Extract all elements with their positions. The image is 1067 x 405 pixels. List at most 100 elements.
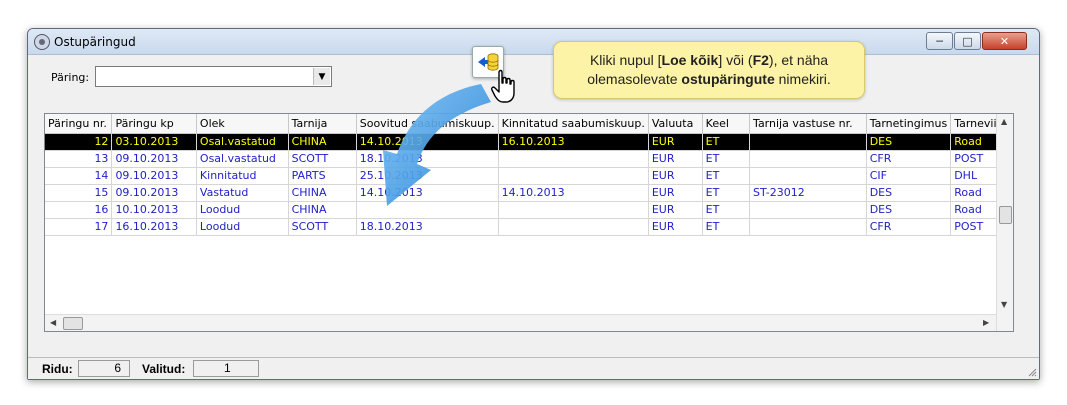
column-header[interactable]: Päringu kp	[111, 114, 197, 134]
cell-status: Osal.vastatud	[196, 133, 289, 151]
cell-supplier: SCOTT	[288, 218, 357, 236]
tooltip-bold-loe-koik: Loe kõik	[661, 52, 719, 68]
column-header[interactable]: Soovitud saabumiskuup.	[356, 114, 499, 134]
cell-requested-date: 14.10.2013	[356, 184, 499, 202]
results-grid[interactable]: Päringu nr. Päringu kp Olek Tarnija Soov…	[44, 113, 1014, 332]
column-header[interactable]: Tarnija	[288, 114, 357, 134]
tooltip-bold-f2: F2	[752, 52, 769, 68]
selected-label: Valitud:	[142, 362, 186, 376]
cell-currency: EUR	[648, 167, 703, 185]
cell-status: Loodud	[196, 218, 289, 236]
table-row[interactable]: 13 09.10.2013 Osal.vastatud SCOTT 18.10.…	[45, 150, 1013, 168]
cell-terms: CFR	[866, 218, 952, 236]
cell-nr: 12	[45, 133, 113, 151]
column-header[interactable]: Olek	[196, 114, 289, 134]
resize-grip-icon[interactable]	[1027, 367, 1037, 377]
cell-confirmed-date: 14.10.2013	[498, 184, 649, 202]
scroll-left-icon[interactable]: ◀	[50, 318, 56, 327]
cell-supplier: SCOTT	[288, 150, 357, 168]
cell-status: Kinnitatud	[196, 167, 289, 185]
cell-language: ET	[702, 184, 751, 202]
cell-status: Loodud	[196, 201, 289, 219]
app-icon	[34, 34, 50, 50]
cell-terms: CFR	[866, 150, 952, 168]
cell-supplier-reply	[749, 167, 867, 185]
cell-supplier-reply	[749, 218, 867, 236]
cell-requested-date	[356, 201, 499, 219]
cell-currency: EUR	[648, 133, 703, 151]
horizontal-scroll-thumb[interactable]	[63, 317, 83, 330]
scroll-down-icon[interactable]: ▼	[1001, 300, 1007, 309]
cell-date: 09.10.2013	[111, 184, 197, 202]
cell-supplier: CHINA	[288, 201, 357, 219]
cell-language: ET	[702, 201, 751, 219]
column-header[interactable]: Tarnija vastuse nr.	[749, 114, 867, 134]
selected-count: 1	[193, 360, 259, 377]
table-row[interactable]: 14 09.10.2013 Kinnitatud PARTS 25.10.201…	[45, 167, 1013, 185]
column-header[interactable]: Valuuta	[648, 114, 703, 134]
tooltip-text: ), et näha	[768, 52, 829, 68]
title-bar[interactable]: Ostupäringud ─ □ ✕	[28, 29, 1039, 55]
column-header[interactable]: Päringu nr.	[45, 114, 113, 134]
scroll-up-icon[interactable]: ▲	[1001, 117, 1007, 126]
cell-nr: 14	[45, 167, 113, 185]
cell-language: ET	[702, 133, 751, 151]
cell-nr: 15	[45, 184, 113, 202]
cell-confirmed-date	[498, 167, 649, 185]
query-label: Päring:	[51, 71, 90, 84]
cell-language: ET	[702, 150, 751, 168]
cell-supplier: PARTS	[288, 167, 357, 185]
cell-nr: 16	[45, 201, 113, 219]
cell-currency: EUR	[648, 201, 703, 219]
tooltip-text: nimekiri.	[774, 71, 831, 87]
table-row[interactable]: 12 03.10.2013 Osal.vastatud CHINA 14.10.…	[45, 133, 1013, 151]
cell-currency: EUR	[648, 150, 703, 168]
tooltip-line-2: olemasolevate ostupäringute nimekiri.	[554, 70, 864, 89]
cell-status: Osal.vastatud	[196, 150, 289, 168]
cell-nr: 17	[45, 218, 113, 236]
cell-date: 03.10.2013	[111, 133, 197, 151]
cell-supplier-reply	[749, 133, 867, 151]
query-select[interactable]: ▼	[95, 66, 332, 87]
cell-requested-date: 18.10.2013	[356, 150, 499, 168]
column-header[interactable]: Kinnitatud saabumiskuup.	[498, 114, 649, 134]
cell-confirmed-date: 16.10.2013	[498, 133, 649, 151]
hand-cursor-icon	[491, 69, 515, 103]
cell-supplier: CHINA	[288, 184, 357, 202]
results-table: Päringu nr. Päringu kp Olek Tarnija Soov…	[45, 114, 1013, 236]
cell-nr: 13	[45, 150, 113, 168]
chevron-down-icon[interactable]: ▼	[313, 68, 330, 85]
table-row[interactable]: 16 10.10.2013 Loodud CHINA EUR ET DES Ro…	[45, 201, 1013, 219]
minimize-icon: ─	[936, 34, 943, 48]
close-button[interactable]: ✕	[982, 32, 1027, 50]
table-row[interactable]: 15 09.10.2013 Vastatud CHINA 14.10.2013 …	[45, 184, 1013, 202]
column-header[interactable]: Keel	[702, 114, 751, 134]
column-header[interactable]: Tarnetingimus	[866, 114, 952, 134]
horizontal-scrollbar[interactable]: ◀ ▶	[45, 314, 996, 331]
cell-confirmed-date	[498, 218, 649, 236]
maximize-icon: □	[962, 34, 973, 48]
minimize-button[interactable]: ─	[926, 32, 953, 50]
scroll-right-icon[interactable]: ▶	[983, 318, 989, 327]
tooltip-text: Kliki nupul [	[589, 52, 662, 68]
rows-label: Ridu:	[42, 362, 73, 376]
status-bar: Ridu: 6 Valitud: 1	[28, 357, 1039, 379]
ostuparingud-window: Ostupäringud ─ □ ✕ Päring: ▼ Kliki nupul…	[27, 28, 1040, 380]
cell-confirmed-date	[498, 201, 649, 219]
cell-currency: EUR	[648, 218, 703, 236]
rows-count: 6	[78, 360, 130, 377]
tooltip-text: olemasolevate	[587, 71, 682, 87]
help-tooltip: Kliki nupul [Loe kõik] või (F2), et näha…	[553, 41, 865, 99]
maximize-button[interactable]: □	[954, 32, 981, 50]
cell-requested-date: 14.10.2013	[356, 133, 499, 151]
cell-language: ET	[702, 167, 751, 185]
cell-confirmed-date	[498, 150, 649, 168]
cell-supplier-reply	[749, 201, 867, 219]
cell-language: ET	[702, 218, 751, 236]
tooltip-text: ] või (	[718, 52, 753, 68]
table-row[interactable]: 17 16.10.2013 Loodud SCOTT 18.10.2013 EU…	[45, 218, 1013, 236]
vertical-scrollbar[interactable]: ▲ ▼	[996, 114, 1013, 331]
close-icon: ✕	[999, 34, 1010, 48]
cell-supplier-reply: ST-23012	[749, 184, 867, 202]
vertical-scroll-thumb[interactable]	[999, 206, 1012, 224]
